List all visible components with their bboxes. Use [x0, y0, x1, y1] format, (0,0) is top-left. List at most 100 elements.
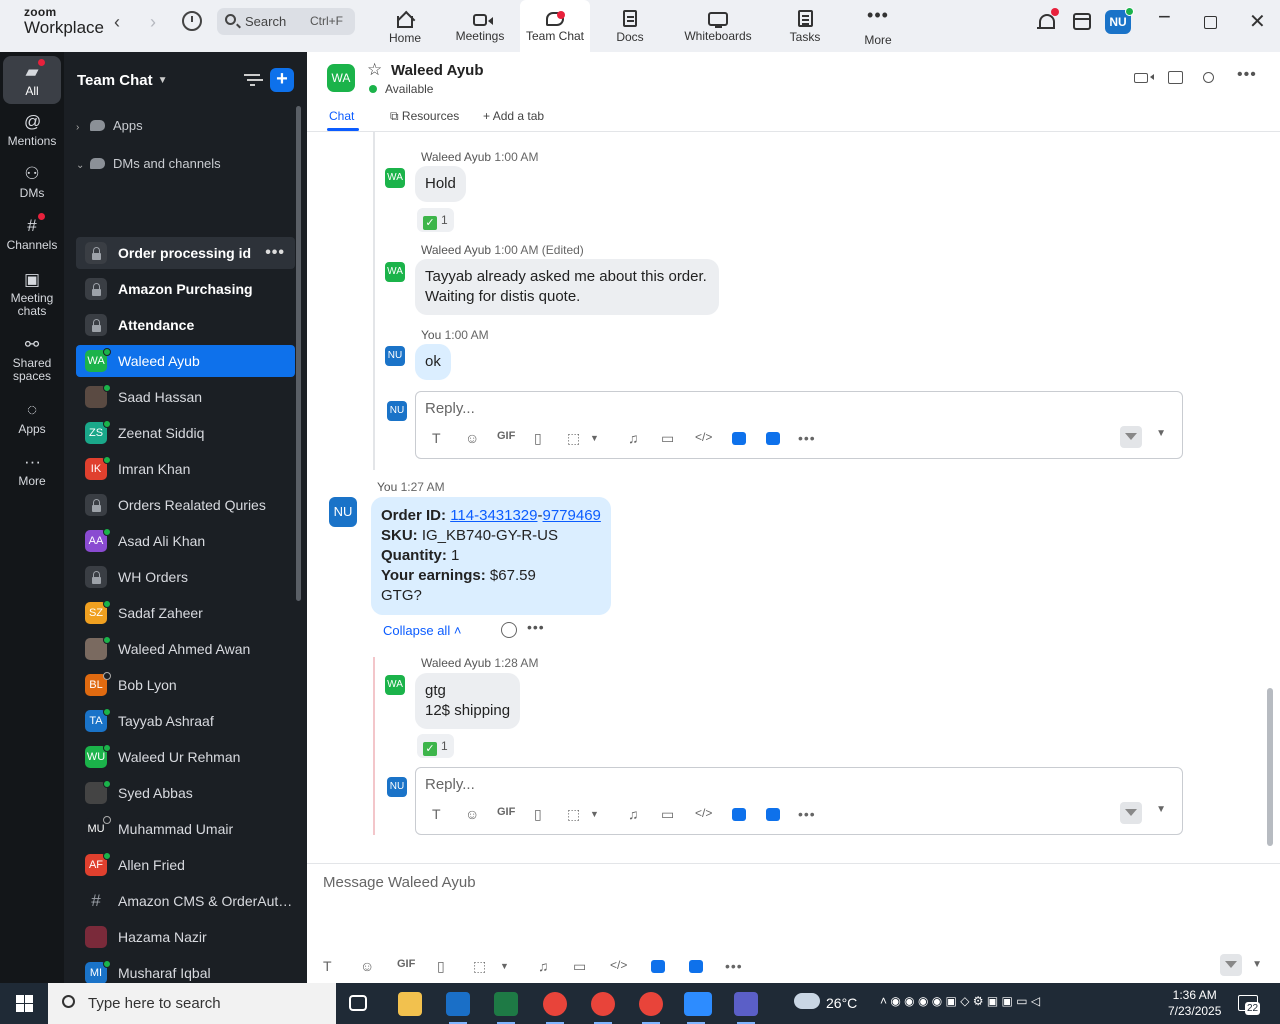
windows-start-icon[interactable] — [16, 995, 33, 1012]
task-view-icon[interactable] — [349, 995, 367, 1011]
tab-meetings[interactable]: Meetings — [445, 0, 515, 52]
code-icon[interactable]: </> — [695, 430, 712, 444]
gif-icon[interactable]: GIF — [497, 430, 515, 442]
tab-home[interactable]: Home — [370, 0, 440, 52]
screenshot-icon[interactable]: ⬚ — [567, 806, 580, 823]
order-id-link-1[interactable]: 114-3431329 — [450, 507, 537, 524]
app-shortcut-icon-2[interactable] — [689, 960, 703, 973]
send-icon[interactable] — [1120, 426, 1142, 448]
section-apps[interactable]: › Apps — [76, 118, 143, 133]
notification-center-icon[interactable]: 22 — [1238, 995, 1261, 1015]
chat-list-item[interactable]: Amazon Purchasing — [76, 273, 295, 305]
more-icon[interactable]: ••• — [725, 958, 743, 974]
message-avatar[interactable]: WA — [385, 262, 405, 282]
maximize-icon[interactable] — [1204, 16, 1217, 29]
chat-list-item[interactable]: WU Waleed Ur Rehman — [76, 741, 295, 773]
rail-all[interactable]: ▰ All — [3, 56, 61, 104]
app-shortcut-icon[interactable] — [732, 432, 746, 445]
tab-team-chat[interactable]: Team Chat — [520, 0, 590, 52]
text-format-icon[interactable]: T — [323, 958, 332, 974]
message-avatar[interactable]: NU — [329, 497, 357, 527]
rail-channels[interactable]: # Channels — [3, 213, 61, 252]
message-bubble[interactable]: Hold — [415, 166, 466, 202]
app-shortcut-icon-2[interactable] — [766, 808, 780, 821]
new-chat-button[interactable]: + — [270, 68, 294, 92]
thread-reply-input[interactable]: Reply... T ☺ GIF ▯ ⬚ ▼ ♫ ▭ </> ••• ▼ — [415, 391, 1183, 459]
chat-list-item[interactable]: Order processing id ••• — [76, 237, 295, 269]
gif-icon[interactable]: GIF — [397, 958, 415, 970]
file-explorer-icon[interactable] — [398, 992, 422, 1016]
back-arrow-icon[interactable]: ‹ — [114, 12, 120, 33]
history-icon[interactable] — [182, 11, 202, 31]
message-scrollbar[interactable] — [1267, 688, 1273, 846]
taskbar-clock[interactable]: 1:36 AM 7/23/2025 — [1168, 987, 1221, 1019]
video-message-icon[interactable]: ▭ — [661, 806, 674, 823]
chat-list-item[interactable]: AF Allen Fried — [76, 849, 295, 881]
message-composer[interactable]: Message Waleed Ayub T ☺ GIF ▯ ⬚ ▼ ♫ ▭ </… — [307, 863, 1280, 983]
minimize-icon[interactable]: − — [1158, 4, 1171, 30]
sidebar-scrollbar[interactable] — [296, 106, 301, 601]
star-icon[interactable]: ☆ — [367, 60, 382, 80]
tab-docs[interactable]: Docs — [595, 0, 665, 52]
message-avatar[interactable]: NU — [385, 346, 405, 366]
video-message-icon[interactable]: ▭ — [661, 430, 674, 447]
rail-apps[interactable]: ◌ Apps — [3, 401, 61, 436]
file-icon[interactable]: ▯ — [534, 430, 542, 447]
tab-whiteboards[interactable]: Whiteboards — [678, 0, 758, 52]
more-options-icon[interactable]: ••• — [265, 237, 285, 269]
message-avatar[interactable]: WA — [385, 168, 405, 188]
chat-list-item[interactable]: IK Imran Khan — [76, 453, 295, 485]
chat-list-item[interactable]: MU Muhammad Umair — [76, 813, 295, 845]
system-tray-icons[interactable]: ˄ ◉ ◉ ◉ ◉ ▣ ◇ ⚙ ▣ ▣ ▭ ◁ — [880, 994, 1040, 1008]
text-format-icon[interactable]: T — [432, 806, 441, 822]
order-id-link-2[interactable]: 9779469 — [543, 507, 601, 524]
chat-list-item[interactable]: Attendance — [76, 309, 295, 341]
excel-icon[interactable] — [494, 992, 518, 1024]
chevron-down-icon[interactable]: ▼ — [1156, 804, 1166, 815]
code-icon[interactable]: </> — [610, 958, 627, 972]
send-icon[interactable] — [1220, 954, 1242, 976]
file-icon[interactable]: ▯ — [534, 806, 542, 823]
profile-avatar[interactable]: NU — [1105, 7, 1134, 34]
chevron-down-icon[interactable]: ▼ — [1156, 428, 1166, 439]
message-avatar[interactable]: WA — [385, 675, 405, 695]
emoji-icon[interactable]: ☺ — [360, 958, 374, 974]
chevron-down-icon[interactable]: ▼ — [590, 809, 599, 819]
chat-list-item[interactable]: Waleed Ahmed Awan — [76, 633, 295, 665]
chat-list-item[interactable]: BL Bob Lyon — [76, 669, 295, 701]
temperature[interactable]: 26°C — [826, 995, 857, 1011]
tab-chat[interactable]: Chat — [329, 109, 354, 123]
message-bubble[interactable]: gtg 12$ shipping — [415, 673, 521, 729]
bell-icon[interactable] — [1037, 8, 1059, 30]
message-bubble[interactable]: Tayyab already asked me about this order… — [415, 259, 719, 315]
contact-avatar[interactable]: WA — [327, 64, 355, 92]
search-input[interactable]: Search Ctrl+F — [217, 8, 355, 35]
chevron-down-icon[interactable]: ▼ — [1252, 959, 1262, 970]
video-call-icon[interactable] — [1134, 73, 1154, 83]
sidebar-title[interactable]: Team Chat ▼ — [77, 72, 167, 89]
reaction-chip[interactable]: ✓ 1 — [417, 208, 454, 232]
chat-list-item[interactable]: TA Tayyab Ashraaf — [76, 705, 295, 737]
app-shortcut-icon[interactable] — [732, 808, 746, 821]
calendar-icon[interactable] — [1073, 13, 1091, 30]
screenshot-icon[interactable]: ⬚ — [473, 958, 486, 975]
chat-list-item[interactable]: ZS Zeenat Siddiq — [76, 417, 295, 449]
chevron-down-icon[interactable]: ▼ — [500, 961, 509, 971]
add-tab-button[interactable]: + Add a tab — [483, 109, 544, 123]
message-more-icon[interactable]: ••• — [527, 619, 545, 635]
code-icon[interactable]: </> — [695, 806, 712, 820]
rail-more[interactable]: ··· More — [3, 453, 61, 488]
chat-list-item[interactable]: Syed Abbas — [76, 777, 295, 809]
video-message-icon[interactable]: ▭ — [573, 958, 586, 975]
weather-icon[interactable] — [794, 993, 820, 1009]
chat-list-item[interactable]: WH Orders — [76, 561, 295, 593]
add-reaction-icon[interactable] — [501, 622, 517, 638]
share-screen-icon[interactable] — [1168, 71, 1183, 84]
chat-list-item[interactable]: Orders Realated Quries — [76, 489, 295, 521]
chat-list-item[interactable]: # Amazon CMS & OrderAuto... — [76, 885, 295, 917]
zoom-app-icon[interactable] — [684, 992, 712, 1024]
section-dms-channels[interactable]: ⌄ DMs and channels — [76, 156, 221, 171]
message-bubble[interactable]: ok — [415, 344, 451, 380]
screenshot-icon[interactable]: ⬚ — [567, 430, 580, 447]
chrome-profile-2-icon[interactable] — [639, 992, 663, 1024]
